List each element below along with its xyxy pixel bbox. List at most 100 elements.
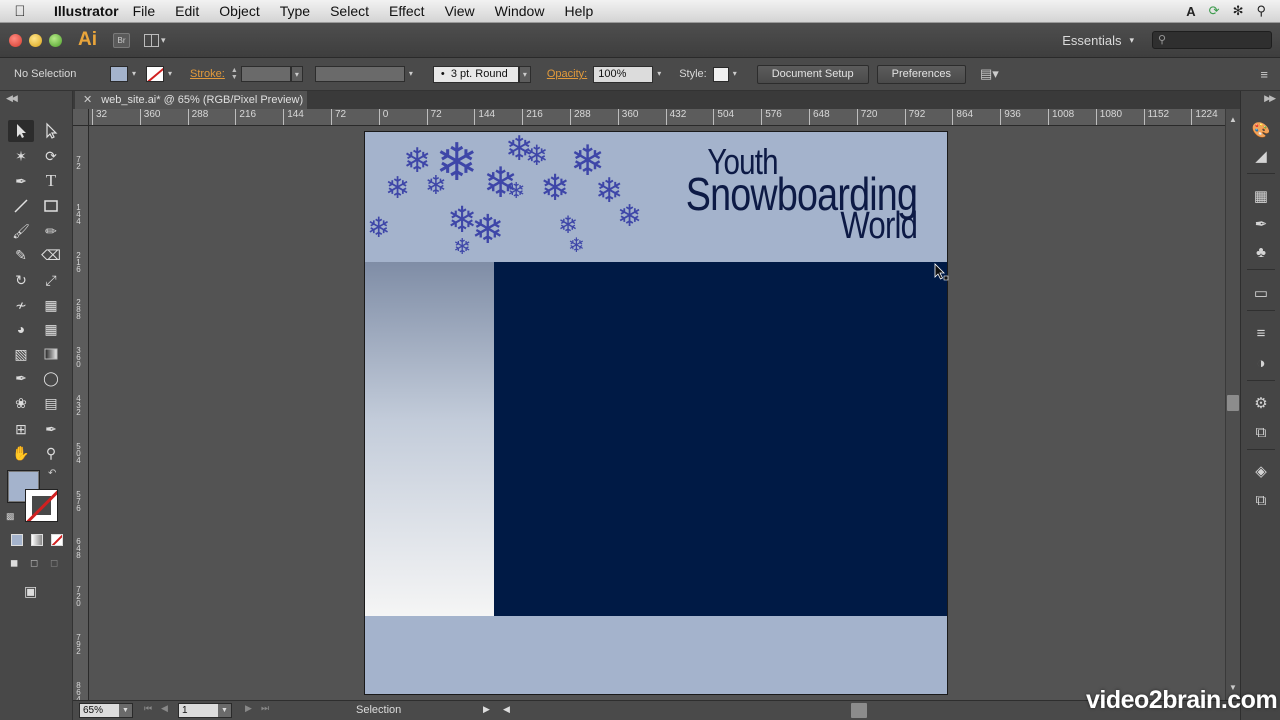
artboard[interactable]: ❄ ❄ ❄ ❄ ❄ ❄ ❄ ❄ ❄ ❄ ❄ ❄ ❄ ❄ ❄ ❄ ❄ ❄ Youth Snowboarding Wo… bbox=[364, 131, 948, 695]
appearance-panel-icon[interactable]: ⚙ bbox=[1251, 393, 1271, 413]
menu-help[interactable]: Help bbox=[564, 3, 593, 19]
rectangle-tool-icon[interactable] bbox=[38, 195, 64, 217]
snowflake-icon[interactable]: ❄ bbox=[367, 214, 390, 242]
snowflake-icon[interactable]: ❄ bbox=[385, 174, 410, 204]
pen-tool-icon[interactable]: ✒ bbox=[8, 170, 34, 192]
stroke-weight-field[interactable] bbox=[240, 66, 291, 82]
menu-view[interactable]: View bbox=[445, 3, 475, 19]
arrange-icon[interactable]: ▤▾ bbox=[980, 66, 999, 82]
blend-tool-icon[interactable]: ◯ bbox=[38, 367, 64, 389]
hand-tool-icon[interactable]: ✋ bbox=[8, 442, 34, 464]
header-background[interactable]: ❄ ❄ ❄ ❄ ❄ ❄ ❄ ❄ ❄ ❄ ❄ ❄ ❄ ❄ ❄ ❄ ❄ ❄ Youth Snowboarding Wo… bbox=[365, 132, 947, 262]
horizontal-scroll-thumb[interactable] bbox=[851, 703, 867, 718]
bluetooth-icon[interactable]: ✻ bbox=[1233, 3, 1244, 19]
color-panel-icon[interactable]: 🎨 bbox=[1251, 120, 1271, 140]
shape-builder-tool-icon[interactable]: ◕ bbox=[8, 318, 34, 340]
first-artboard-icon[interactable]: ⏮ bbox=[144, 703, 152, 714]
snowflake-icon[interactable]: ❄ bbox=[617, 202, 642, 232]
vertical-ruler[interactable]: 7 2 1 4 4 2 1 6 2 8 8 3 6 0 4 3 2 5 0 4 5 7 6 6 … bbox=[73, 126, 89, 700]
perspective-grid-tool-icon[interactable]: ▦ bbox=[38, 318, 64, 340]
snowflake-icon[interactable]: ❄ bbox=[453, 236, 471, 258]
next-artboard-icon[interactable]: ▶ bbox=[245, 703, 252, 714]
zoom-window-button[interactable] bbox=[49, 33, 62, 47]
help-search-input[interactable]: ⚲ bbox=[1152, 31, 1272, 49]
footer-background[interactable] bbox=[365, 616, 947, 694]
canvas-area[interactable]: ❄ ❄ ❄ ❄ ❄ ❄ ❄ ❄ ❄ ❄ ❄ ❄ ❄ ❄ ❄ ❄ ❄ ❄ Youth Snowboarding Wo… bbox=[89, 126, 1225, 700]
document-tab[interactable]: ✕ web_site.ai* @ 65% (RGB/Pixel Preview) bbox=[75, 91, 307, 109]
opacity-label-link[interactable]: Opacity: bbox=[547, 68, 587, 80]
site-logo[interactable]: Youth Snowboarding World bbox=[686, 144, 918, 246]
workspace-switcher[interactable]: Essentials ▾ bbox=[1062, 33, 1134, 48]
menu-edit[interactable]: Edit bbox=[175, 3, 199, 19]
sync-icon[interactable]: ⟳ bbox=[1209, 3, 1220, 19]
opacity-field[interactable]: 100% bbox=[593, 65, 654, 83]
paintbrush-tool-icon[interactable]: 🖌 bbox=[8, 220, 34, 242]
chevron-down-icon[interactable]: ▾ bbox=[518, 65, 531, 83]
stroke-color-swatch[interactable] bbox=[146, 66, 164, 82]
vertical-scrollbar[interactable]: ▲ ▼ bbox=[1225, 109, 1240, 700]
eyedropper-tool-icon[interactable]: ✒ bbox=[8, 367, 34, 389]
brush-definition-field[interactable]: • 3 pt. Round bbox=[432, 65, 519, 83]
stroke-panel-icon[interactable]: ▭ bbox=[1251, 283, 1271, 303]
menu-file[interactable]: File bbox=[133, 3, 156, 19]
chevron-down-icon[interactable]: ▾ bbox=[290, 66, 303, 82]
artboards-panel-icon[interactable]: ⧉ bbox=[1251, 490, 1271, 510]
snowflake-icon[interactable]: ❄ bbox=[471, 210, 505, 250]
mesh-tool-icon[interactable]: ▧ bbox=[8, 343, 34, 365]
snowflake-icon[interactable]: ❄ bbox=[568, 236, 585, 256]
draw-inside-icon[interactable]: ◻ bbox=[50, 558, 64, 570]
zoom-level-field[interactable]: 65% ▼ bbox=[79, 703, 133, 718]
close-tab-icon[interactable]: ✕ bbox=[83, 94, 92, 106]
content-rectangle[interactable] bbox=[494, 262, 947, 616]
artboard-tool-icon[interactable]: ⊞ bbox=[8, 418, 34, 440]
free-transform-tool-icon[interactable]: ▦ bbox=[38, 294, 64, 316]
current-tool-status[interactable]: Selection bbox=[356, 704, 401, 716]
gradient-panel-icon[interactable]: ≡ bbox=[1251, 323, 1271, 343]
none-mode-button[interactable] bbox=[51, 534, 63, 546]
chevron-down-icon[interactable]: ▾ bbox=[164, 66, 176, 82]
snowflake-icon[interactable]: ❄ bbox=[425, 172, 447, 198]
line-segment-tool-icon[interactable] bbox=[8, 195, 34, 217]
layers-panel-icon[interactable]: ◈ bbox=[1251, 461, 1271, 481]
slice-tool-icon[interactable]: ✒ bbox=[38, 418, 64, 440]
chevron-down-icon[interactable]: ▾ bbox=[405, 66, 417, 82]
scroll-left-icon[interactable]: ◀ bbox=[503, 704, 510, 715]
snowflake-icon[interactable]: ❄ bbox=[540, 170, 570, 206]
gradient-mode-button[interactable] bbox=[31, 534, 43, 546]
close-window-button[interactable] bbox=[9, 33, 22, 47]
magic-wand-tool-icon[interactable]: ✶ bbox=[8, 145, 34, 167]
stroke-color-box[interactable] bbox=[25, 489, 58, 522]
sidebar-gradient-rectangle[interactable] bbox=[365, 262, 494, 616]
vertical-scroll-thumb[interactable] bbox=[1227, 395, 1239, 411]
scroll-up-icon[interactable]: ▲ bbox=[1229, 115, 1237, 124]
rotate-tool-icon[interactable]: ↻ bbox=[8, 269, 34, 291]
app-menu[interactable]: Illustrator bbox=[54, 3, 119, 19]
variable-width-profile[interactable] bbox=[314, 66, 405, 82]
color-mode-button[interactable] bbox=[11, 534, 23, 546]
document-setup-button[interactable]: Document Setup bbox=[756, 64, 869, 84]
zoom-tool-icon[interactable]: ⚲ bbox=[38, 442, 64, 464]
lasso-tool-icon[interactable]: ⟳ bbox=[38, 145, 64, 167]
symbol-sprayer-tool-icon[interactable]: ❀ bbox=[8, 392, 34, 414]
menu-effect[interactable]: Effect bbox=[389, 3, 425, 19]
swatches-panel-icon[interactable]: ▦ bbox=[1251, 186, 1271, 206]
draw-normal-icon[interactable]: ◼ bbox=[10, 558, 24, 570]
previous-artboard-icon[interactable]: ◀ bbox=[161, 703, 168, 714]
collapse-panel-icon[interactable]: ◀◀ bbox=[6, 93, 18, 104]
eraser-tool-icon[interactable]: ⌫ bbox=[38, 244, 64, 266]
transparency-panel-icon[interactable]: ◑ bbox=[1251, 353, 1271, 373]
type-tool-icon[interactable]: T bbox=[38, 170, 64, 192]
apple-menu-icon[interactable]:  bbox=[0, 3, 40, 20]
adobe-icon[interactable]: A bbox=[1186, 4, 1195, 19]
menu-object[interactable]: Object bbox=[219, 3, 259, 19]
graphic-styles-panel-icon[interactable]: ⧉ bbox=[1251, 422, 1271, 442]
stroke-label-link[interactable]: Stroke: bbox=[190, 68, 225, 80]
snowflake-icon[interactable]: ❄ bbox=[507, 180, 525, 202]
brushes-panel-icon[interactable]: ✒ bbox=[1251, 214, 1271, 234]
screen-mode-icon[interactable]: ▣ bbox=[24, 583, 37, 600]
menu-select[interactable]: Select bbox=[330, 3, 369, 19]
status-menu-icon[interactable]: ▶ bbox=[483, 704, 490, 715]
go-to-bridge-button[interactable]: Br bbox=[113, 32, 130, 48]
artboard-number-field[interactable]: 1 ▼ bbox=[178, 703, 232, 718]
arrange-documents-button[interactable]: ▾ bbox=[144, 32, 170, 48]
